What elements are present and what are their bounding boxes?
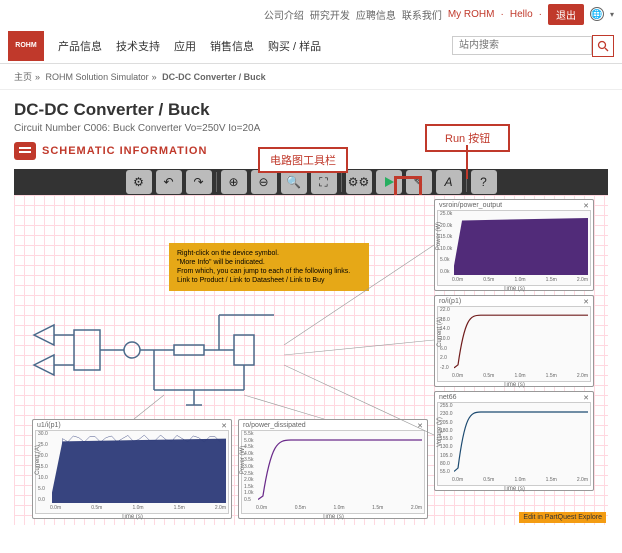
chart-close-icon[interactable]: ✕ [417, 422, 423, 430]
nav-applications[interactable]: 应用 [174, 38, 196, 54]
nav-products[interactable]: 产品信息 [58, 38, 102, 54]
search-input[interactable] [452, 36, 592, 55]
main-nav: ROHM 产品信息 技术支持 应用 销售信息 购买 / 样品 [0, 28, 622, 64]
language-dropdown-icon[interactable]: ▾ [610, 10, 614, 19]
breadcrumb-current: DC-DC Converter / Buck [162, 72, 266, 82]
info-line-4: Link to Product / Link to Datasheet / Li… [177, 276, 361, 285]
chart-ro-power[interactable]: ro/power_dissipated✕ Power (W) 5.5k5.0k4… [238, 419, 428, 519]
chart-close-icon[interactable]: ✕ [583, 394, 589, 402]
schematic-canvas[interactable]: Right-click on the device symbol. "More … [14, 195, 608, 525]
circuit-schematic [24, 295, 284, 415]
magnifier-icon: 🔍 [286, 175, 301, 189]
schematic-info-link[interactable]: SCHEMATIC INFORMATION [14, 142, 207, 160]
nav-careers[interactable]: 应聘信息 [356, 7, 396, 22]
gears-icon: ⚙⚙ [348, 175, 370, 189]
zoom-in-button[interactable]: ⊕ [221, 170, 247, 194]
chart-title-text: net66 [439, 394, 457, 402]
page-title: DC-DC Converter / Buck [14, 100, 608, 120]
info-line-3: From which, you can jump to each of the … [177, 267, 361, 276]
zoom-selection-button[interactable]: 🔍 [281, 170, 307, 194]
undo-button[interactable]: ↶ [156, 170, 182, 194]
chart-title-text: u1/i(p1) [37, 422, 61, 430]
options-button[interactable]: ⚙⚙ [346, 170, 372, 194]
nav-sales[interactable]: 销售信息 [210, 38, 254, 54]
page-subtitle: Circuit Number C006: Buck Converter Vo=2… [14, 123, 608, 134]
globe-icon[interactable]: 🌐 [590, 7, 604, 21]
nav-myrohm[interactable]: My ROHM [448, 9, 495, 20]
help-icon: ? [480, 175, 487, 189]
schematic-info-label: SCHEMATIC INFORMATION [42, 145, 207, 157]
breadcrumb-simulator[interactable]: ROHM Solution Simulator [46, 72, 149, 82]
gear-icon: ⚙ [133, 175, 144, 189]
nav-support[interactable]: 技术支持 [116, 38, 160, 54]
chart-title-text: vsroin/power_output [439, 202, 502, 210]
search-icon [597, 40, 609, 52]
settings-button[interactable]: ⚙ [126, 170, 152, 194]
zoom-fit-button[interactable]: ⛶ [311, 170, 337, 194]
chart-close-icon[interactable]: ✕ [221, 422, 227, 430]
top-nav: 公司介绍 研究开发 应聘信息 联系我们 My ROHM · Hello · 退出… [0, 0, 622, 28]
help-button[interactable]: ? [471, 170, 497, 194]
chart-u1-current[interactable]: u1/i(p1)✕ Current (A) 30.025.020.015.010… [32, 419, 232, 519]
chart-title-text: ro/i(p1) [439, 298, 461, 306]
logout-button[interactable]: 退出 [548, 4, 584, 25]
fit-icon: ⛶ [319, 175, 327, 190]
edit-partquest-button[interactable]: Edit in PartQuest Explore [519, 512, 606, 523]
info-line-1: Right-click on the device symbol. [177, 249, 361, 258]
chart-ro-current[interactable]: ro/i(p1)✕ Current (A) 22.018.014.010.06.… [434, 295, 594, 387]
text-button[interactable]: A [436, 170, 462, 194]
chart-power-output[interactable]: vsroin/power_output✕ Power (W) 25.0k20.0… [434, 199, 594, 291]
play-icon [383, 176, 395, 188]
search-button[interactable] [592, 35, 614, 57]
breadcrumb: 主页» ROHM Solution Simulator» DC-DC Conve… [0, 64, 622, 90]
zoom-in-icon: ⊕ [228, 175, 238, 189]
nav-company[interactable]: 公司介绍 [264, 7, 304, 22]
chart-net66[interactable]: net66✕ Voltage (V) 255.0230.0205.0180.01… [434, 391, 594, 491]
info-line-2: "More Info" will be indicated. [177, 258, 361, 267]
chart-xlabel: Time (s) [437, 382, 591, 388]
chart-xlabel: Time (s) [437, 286, 591, 292]
rohm-logo[interactable]: ROHM [8, 31, 44, 61]
text-icon: A [444, 175, 452, 189]
run-annotation: Run 按钮 [425, 124, 510, 152]
document-icon [14, 142, 36, 160]
info-tooltip: Right-click on the device symbol. "More … [169, 243, 369, 291]
undo-icon: ↶ [163, 175, 173, 189]
redo-icon: ↷ [193, 175, 203, 189]
chart-title-text: ro/power_dissipated [243, 422, 306, 430]
chart-xlabel: Time (s) [35, 514, 229, 520]
hello-text: Hello [510, 9, 533, 20]
chart-close-icon[interactable]: ✕ [583, 202, 589, 210]
nav-contact[interactable]: 联系我们 [402, 7, 442, 22]
chart-close-icon[interactable]: ✕ [583, 298, 589, 306]
redo-button[interactable]: ↷ [186, 170, 212, 194]
nav-rd[interactable]: 研究开发 [310, 7, 350, 22]
toolbar-annotation: 电路图工具栏 [258, 147, 348, 173]
chart-xlabel: Time (s) [437, 486, 591, 492]
nav-buy-sample[interactable]: 购买 / 样品 [268, 38, 321, 54]
zoom-out-icon: ⊖ [258, 175, 268, 189]
chart-xlabel: Time (s) [241, 514, 425, 520]
breadcrumb-home[interactable]: 主页 [14, 72, 32, 82]
zoom-out-button[interactable]: ⊖ [251, 170, 277, 194]
